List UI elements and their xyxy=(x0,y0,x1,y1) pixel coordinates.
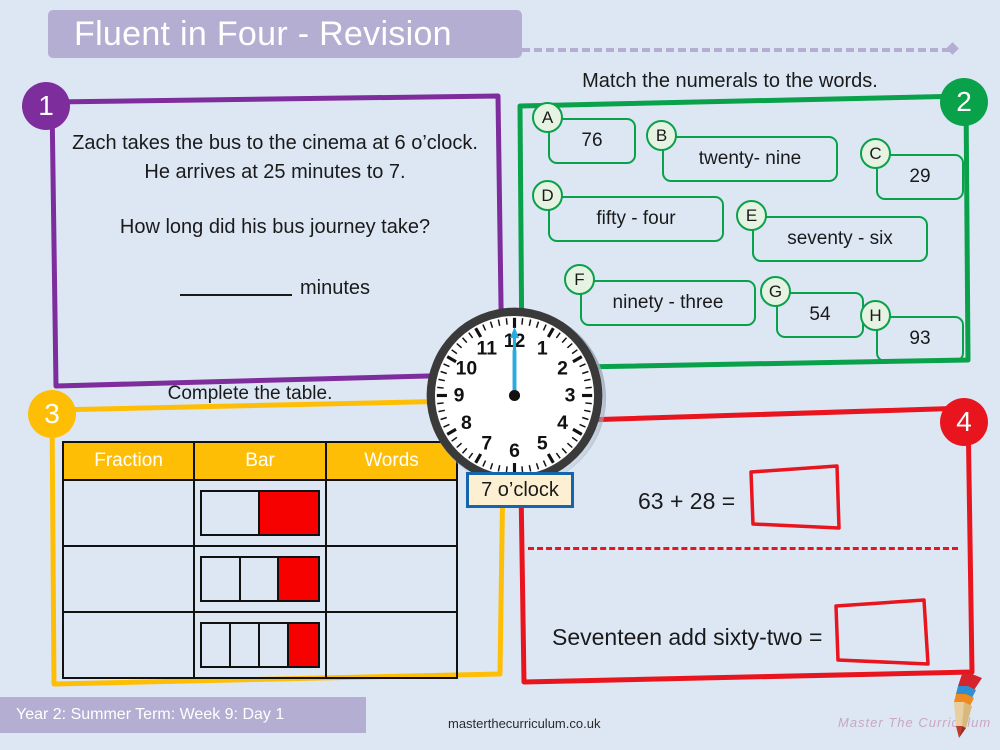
question-3-badge: 3 xyxy=(28,390,76,438)
match-box-f-text: ninety - three xyxy=(612,292,724,313)
bar-part xyxy=(202,492,261,534)
bar-part xyxy=(241,558,280,600)
bar-cell-row-1 xyxy=(193,479,328,547)
match-letter-b: B xyxy=(646,120,677,151)
match-box-h[interactable]: 93 xyxy=(876,316,964,362)
match-box-h-text: 93 xyxy=(909,328,931,349)
fraction-table-header-row: Fraction Bar Words xyxy=(61,441,458,481)
question-1-answer-row: minutes xyxy=(60,275,490,302)
question-1-spacer xyxy=(60,188,490,214)
footer-lesson-band: Year 2: Summer Term: Week 9: Day 1 xyxy=(0,697,366,733)
bar-part xyxy=(202,558,241,600)
analogue-clock: 12 1 2 3 4 5 6 7 8 9 10 11 xyxy=(422,303,607,488)
question-4-problem-1-row: 63 + 28 = xyxy=(638,462,843,540)
fraction-cell-row-2[interactable] xyxy=(61,545,196,613)
question-1-answer-blank[interactable] xyxy=(179,294,292,296)
words-cell-row-1[interactable] xyxy=(325,479,458,547)
match-box-a-text: 76 xyxy=(581,130,603,151)
question-1-line-1: Zach takes the bus to the cinema at 6 o’… xyxy=(72,132,478,154)
words-cell-row-3[interactable] xyxy=(325,611,458,679)
words-cell-row-2[interactable] xyxy=(325,545,458,613)
match-letter-a: A xyxy=(532,102,563,133)
bar-model-row-2 xyxy=(200,556,321,602)
footer-website-url: masterthecurriculum.co.uk xyxy=(448,716,601,731)
match-box-a[interactable]: 76 xyxy=(548,118,636,164)
page-title: Fluent in Four - Revision xyxy=(74,14,452,53)
question-4-problem-2: Seventeen add sixty-two = xyxy=(552,623,823,650)
svg-text:4: 4 xyxy=(557,412,568,434)
bar-part-shaded xyxy=(289,624,319,666)
match-box-c[interactable]: 29 xyxy=(876,154,964,200)
bar-model-row-1 xyxy=(200,490,321,536)
question-1-line-3: How long did his bus journey take? xyxy=(119,216,431,238)
question-4-number: 4 xyxy=(956,406,972,437)
bar-part-shaded xyxy=(260,492,319,534)
match-letter-g: G xyxy=(760,276,791,307)
fraction-table-body xyxy=(61,479,458,679)
question-2-number: 2 xyxy=(956,86,972,117)
footer-lesson-info: Year 2: Summer Term: Week 9: Day 1 xyxy=(16,706,285,723)
question-4-problem-2-row: Seventeen add sixty-two = xyxy=(552,598,931,676)
match-box-b[interactable]: twenty- nine xyxy=(662,136,838,182)
pencil-logo-icon xyxy=(938,672,994,744)
column-header-fraction: Fraction xyxy=(61,441,196,481)
header-dashed-rule xyxy=(510,48,950,52)
question-4-answer-box-1[interactable] xyxy=(745,462,843,540)
svg-text:9: 9 xyxy=(454,385,465,407)
match-box-g[interactable]: 54 xyxy=(776,292,864,338)
question-1-line-2: He arrives at 25 minutes to 7. xyxy=(144,161,406,183)
bar-cell-row-3 xyxy=(193,611,328,679)
match-letter-e: E xyxy=(736,200,767,231)
question-2-heading: Match the numerals to the words. xyxy=(582,70,878,92)
match-box-e-text: seventy - six xyxy=(787,228,893,249)
bar-model-row-3 xyxy=(200,622,321,668)
worksheet-page: Fluent in Four - Revision 1 Zach takes t… xyxy=(0,0,1000,750)
svg-text:6: 6 xyxy=(509,440,520,462)
table-row xyxy=(61,545,458,613)
svg-text:11: 11 xyxy=(476,337,497,359)
match-letter-f: F xyxy=(564,264,595,295)
question-4-badge: 4 xyxy=(940,398,988,446)
question-4-divider xyxy=(528,547,958,550)
question-1-number: 1 xyxy=(38,90,54,121)
question-3-number: 3 xyxy=(44,398,60,429)
page-title-bar: Fluent in Four - Revision xyxy=(48,10,522,58)
bar-part-shaded xyxy=(279,558,319,600)
question-1-body: Zach takes the bus to the cinema at 6 o’… xyxy=(60,130,490,302)
match-box-c-text: 29 xyxy=(909,166,931,187)
fraction-table: Fraction Bar Words xyxy=(61,441,458,679)
svg-text:5: 5 xyxy=(537,433,548,455)
bar-cell-row-2 xyxy=(193,545,328,613)
bar-part xyxy=(231,624,261,666)
match-box-e[interactable]: seventy - six xyxy=(752,216,928,262)
header-dash-endpoint-diamond xyxy=(946,42,959,55)
fraction-cell-row-1[interactable] xyxy=(61,479,196,547)
match-letter-c: C xyxy=(860,138,891,169)
svg-text:3: 3 xyxy=(565,385,576,407)
svg-text:1: 1 xyxy=(537,337,548,359)
svg-text:8: 8 xyxy=(461,412,472,434)
match-letter-d: D xyxy=(532,180,563,211)
question-1-badge: 1 xyxy=(22,82,70,130)
fraction-cell-row-3[interactable] xyxy=(61,611,196,679)
svg-text:2: 2 xyxy=(557,358,568,380)
question-4-answer-box-2[interactable] xyxy=(832,598,931,676)
match-box-d-text: fifty - four xyxy=(596,208,676,229)
table-row xyxy=(61,611,458,679)
clock-time-label: 7 o’clock xyxy=(466,472,574,508)
match-box-g-text: 54 xyxy=(809,304,831,325)
column-header-bar: Bar xyxy=(193,441,328,481)
match-box-b-text: twenty- nine xyxy=(698,148,802,169)
bar-part xyxy=(202,624,232,666)
question-1-answer-unit: minutes xyxy=(299,277,371,299)
svg-text:7: 7 xyxy=(481,433,492,455)
question-4-problem-1: 63 + 28 = xyxy=(638,487,736,514)
match-box-d[interactable]: fifty - four xyxy=(548,196,724,242)
table-row xyxy=(61,479,458,547)
question-2-badge: 2 xyxy=(940,78,988,126)
match-letter-h: H xyxy=(860,300,891,331)
svg-text:10: 10 xyxy=(456,358,478,380)
bar-part xyxy=(260,624,290,666)
